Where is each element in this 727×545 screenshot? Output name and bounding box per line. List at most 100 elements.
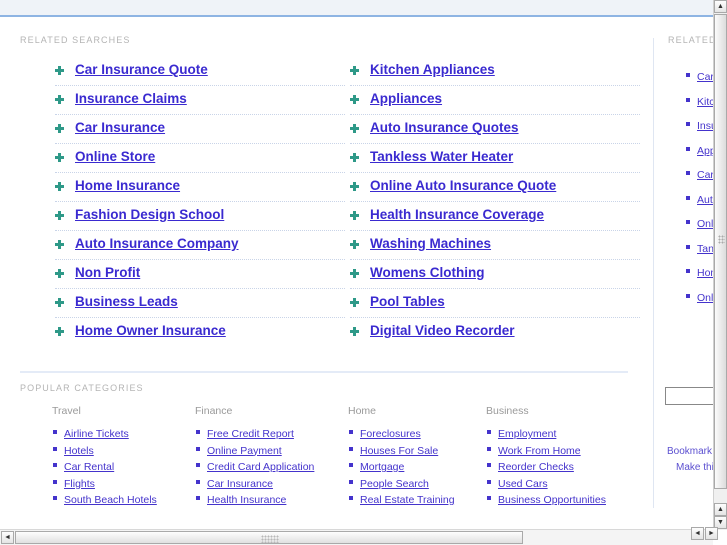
secondary-scroll-right-button[interactable]: ► (705, 527, 718, 540)
related-search-item[interactable]: Business Leads (55, 289, 345, 318)
related-search-item[interactable]: Womens Clothing (350, 260, 640, 289)
category-link[interactable]: Car Rental (64, 461, 114, 473)
category-list-item[interactable]: Houses For Sale (348, 441, 493, 458)
scroll-left-button[interactable]: ◄ (1, 531, 14, 544)
sidebar-related-search-link[interactable]: Kitchen Appliances (697, 96, 713, 108)
related-search-link[interactable]: Home Insurance (75, 173, 180, 199)
horizontal-scrollbar-thumb[interactable] (15, 531, 523, 544)
related-search-item[interactable]: Insurance Claims (55, 86, 345, 115)
category-list-item[interactable]: People Search (348, 474, 493, 491)
scroll-up-button-secondary[interactable]: ▲ (714, 503, 727, 516)
sidebar-related-search-item[interactable]: Home Insurance (686, 263, 713, 288)
related-search-link[interactable]: Insurance Claims (75, 86, 187, 112)
related-search-link[interactable]: Tankless Water Heater (370, 144, 513, 170)
horizontal-scrollbar[interactable]: ◄ (0, 529, 713, 545)
related-search-item[interactable]: Kitchen Appliances (350, 57, 640, 86)
sidebar-related-search-link[interactable]: Online Store (697, 218, 713, 230)
sidebar-related-search-item[interactable]: Online Auto Insurance Quote (686, 288, 713, 313)
related-search-item[interactable]: Home Owner Insurance (55, 318, 345, 347)
category-list-item[interactable]: Health Insurance (195, 490, 340, 507)
category-list-item[interactable]: Car Rental (52, 457, 197, 474)
category-list-item[interactable]: Real Estate Training (348, 490, 493, 507)
related-search-link[interactable]: Womens Clothing (370, 260, 485, 286)
category-list-item[interactable]: Free Credit Report (195, 424, 340, 441)
related-search-item[interactable]: Home Insurance (55, 173, 345, 202)
sidebar-related-search-link[interactable]: Tankless Water Heater (697, 243, 713, 255)
category-link[interactable]: People Search (360, 478, 429, 490)
category-link[interactable]: Foreclosures (360, 428, 421, 440)
category-list-item[interactable]: Mortgage (348, 457, 493, 474)
related-search-link[interactable]: Online Auto Insurance Quote (370, 173, 556, 199)
category-link[interactable]: Online Payment (207, 445, 282, 457)
related-search-item[interactable]: Auto Insurance Company (55, 231, 345, 260)
category-link[interactable]: Flights (64, 478, 95, 490)
related-search-link[interactable]: Business Leads (75, 289, 178, 315)
related-search-link[interactable]: Pool Tables (370, 289, 445, 315)
secondary-scroll-left-button[interactable]: ◄ (691, 527, 704, 540)
category-link[interactable]: Credit Card Application (207, 461, 314, 473)
related-search-link[interactable]: Car Insurance (75, 115, 165, 141)
sidebar-search-input[interactable] (665, 387, 713, 405)
related-search-link[interactable]: Auto Insurance Company (75, 231, 239, 257)
sidebar-related-search-item[interactable]: Car Insurance Quote (686, 67, 713, 92)
sidebar-related-search-item[interactable]: Online Store (686, 214, 713, 239)
vertical-scrollbar-thumb[interactable] (714, 14, 727, 489)
related-search-item[interactable]: Car Insurance Quote (55, 57, 345, 86)
related-search-link[interactable]: Home Owner Insurance (75, 318, 226, 344)
sidebar-related-search-link[interactable]: Car Insurance (697, 169, 713, 181)
related-search-link[interactable]: Car Insurance Quote (75, 57, 208, 83)
category-list-item[interactable]: Car Insurance (195, 474, 340, 491)
category-link[interactable]: Used Cars (498, 478, 548, 490)
category-link[interactable]: Real Estate Training (360, 494, 455, 506)
related-search-item[interactable]: Non Profit (55, 260, 345, 289)
sidebar-related-search-item[interactable]: Auto Insurance Quotes (686, 190, 713, 215)
sidebar-related-search-item[interactable]: Appliances (686, 141, 713, 166)
sidebar-related-search-link[interactable]: Car Insurance Quote (697, 71, 713, 83)
related-search-item[interactable]: Digital Video Recorder (350, 318, 640, 347)
category-list-item[interactable]: Online Payment (195, 441, 340, 458)
category-list-item[interactable]: Reorder Checks (486, 457, 631, 474)
secondary-horizontal-scrollbar[interactable]: ◄ ► (691, 527, 719, 541)
sidebar-related-search-link[interactable]: Insurance Claims (697, 120, 713, 132)
related-search-item[interactable]: Appliances (350, 86, 640, 115)
sidebar-related-search-item[interactable]: Car Insurance (686, 165, 713, 190)
category-list-item[interactable]: Business Opportunities (486, 490, 631, 507)
related-search-item[interactable]: Car Insurance (55, 115, 345, 144)
sidebar-related-search-link[interactable]: Online Auto Insurance Quote (697, 292, 713, 304)
scroll-up-button[interactable]: ▲ (714, 0, 727, 13)
category-link[interactable]: Car Insurance (207, 478, 273, 490)
category-link[interactable]: Hotels (64, 445, 94, 457)
related-search-item[interactable]: Health Insurance Coverage (350, 202, 640, 231)
related-search-item[interactable]: Fashion Design School (55, 202, 345, 231)
related-search-link[interactable]: Appliances (370, 86, 442, 112)
related-search-item[interactable]: Auto Insurance Quotes (350, 115, 640, 144)
related-search-item[interactable]: Washing Machines (350, 231, 640, 260)
related-search-item[interactable]: Online Auto Insurance Quote (350, 173, 640, 202)
category-link[interactable]: Work From Home (498, 445, 581, 457)
category-list-item[interactable]: Used Cars (486, 474, 631, 491)
related-search-link[interactable]: Non Profit (75, 260, 140, 286)
category-list-item[interactable]: Hotels (52, 441, 197, 458)
related-search-item[interactable]: Online Store (55, 144, 345, 173)
category-link[interactable]: Mortgage (360, 461, 404, 473)
bookmark-page-link[interactable]: Bookmark this page (667, 446, 713, 457)
category-link[interactable]: South Beach Hotels (64, 494, 157, 506)
sidebar-related-search-item[interactable]: Tankless Water Heater (686, 239, 713, 264)
related-search-link[interactable]: Online Store (75, 144, 155, 170)
category-link[interactable]: Business Opportunities (498, 494, 606, 506)
related-search-link[interactable]: Kitchen Appliances (370, 57, 495, 83)
sidebar-related-search-item[interactable]: Kitchen Appliances (686, 92, 713, 117)
vertical-scrollbar[interactable]: ▲ ▲ ▼ (713, 0, 727, 530)
category-list-item[interactable]: Airline Tickets (52, 424, 197, 441)
sidebar-related-search-item[interactable]: Insurance Claims (686, 116, 713, 141)
sidebar-related-search-link[interactable]: Auto Insurance Quotes (697, 194, 713, 206)
related-search-link[interactable]: Washing Machines (370, 231, 491, 257)
category-list-item[interactable]: Flights (52, 474, 197, 491)
make-home-page-link[interactable]: Make this my home page (676, 462, 713, 473)
related-search-link[interactable]: Digital Video Recorder (370, 318, 515, 344)
sidebar-related-search-link[interactable]: Home Insurance (697, 267, 713, 279)
category-link[interactable]: Airline Tickets (64, 428, 129, 440)
related-search-link[interactable]: Health Insurance Coverage (370, 202, 544, 228)
category-list-item[interactable]: Foreclosures (348, 424, 493, 441)
category-link[interactable]: Houses For Sale (360, 445, 438, 457)
